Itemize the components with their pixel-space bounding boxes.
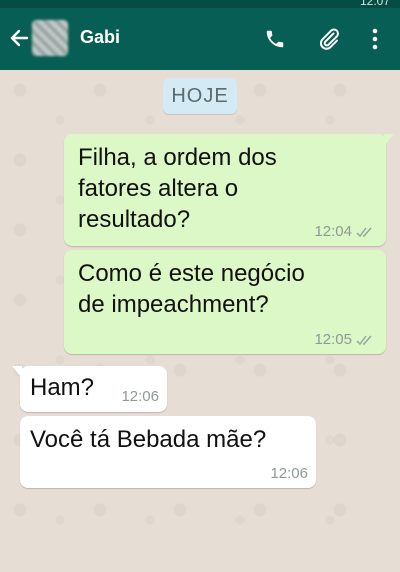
status-bar: 12:07: [0, 0, 400, 8]
double-check-icon: [356, 227, 372, 237]
message-text: Você tá Bebada mãe?: [30, 426, 267, 453]
message-meta: 12:05: [314, 331, 374, 348]
contact-name[interactable]: Gabi: [80, 27, 120, 48]
arrow-left-icon[interactable]: [8, 24, 30, 52]
message-incoming[interactable]: Você tá Bebada mãe? 12:06: [20, 416, 316, 488]
date-separator: HOJE: [163, 78, 237, 114]
avatar[interactable]: [32, 20, 68, 56]
message-meta: 12:06: [270, 465, 308, 482]
chat-area[interactable]: HOJE Filha, a ordem dos fatores altera o…: [0, 70, 400, 572]
message-text: Como é este negócio de impeachment?: [78, 260, 305, 318]
more-vert-icon[interactable]: [358, 22, 392, 56]
message-time: 12:06: [270, 465, 308, 482]
message-incoming[interactable]: Ham? 12:06: [12, 366, 167, 412]
bubble-tail: [12, 366, 22, 378]
bubble-tail: [384, 134, 394, 146]
message-time: 12:06: [121, 388, 159, 405]
paperclip-icon[interactable]: [312, 22, 346, 56]
chat-header: Gabi: [0, 8, 400, 70]
message-meta: 12:06: [121, 388, 159, 405]
message-outgoing[interactable]: Como é este negócio de impeachment? 12:0…: [64, 250, 386, 354]
message-time: 12:04: [314, 223, 352, 240]
message-text: Filha, a ordem dos fatores altera o resu…: [78, 144, 277, 233]
message-meta: 12:04: [314, 223, 374, 240]
message-text: Ham?: [30, 374, 95, 401]
message-time: 12:05: [314, 331, 352, 348]
message-outgoing[interactable]: Filha, a ordem dos fatores altera o resu…: [64, 134, 394, 246]
status-time: 12:07: [359, 0, 390, 8]
phone-icon[interactable]: [258, 22, 292, 56]
double-check-icon: [356, 335, 372, 345]
